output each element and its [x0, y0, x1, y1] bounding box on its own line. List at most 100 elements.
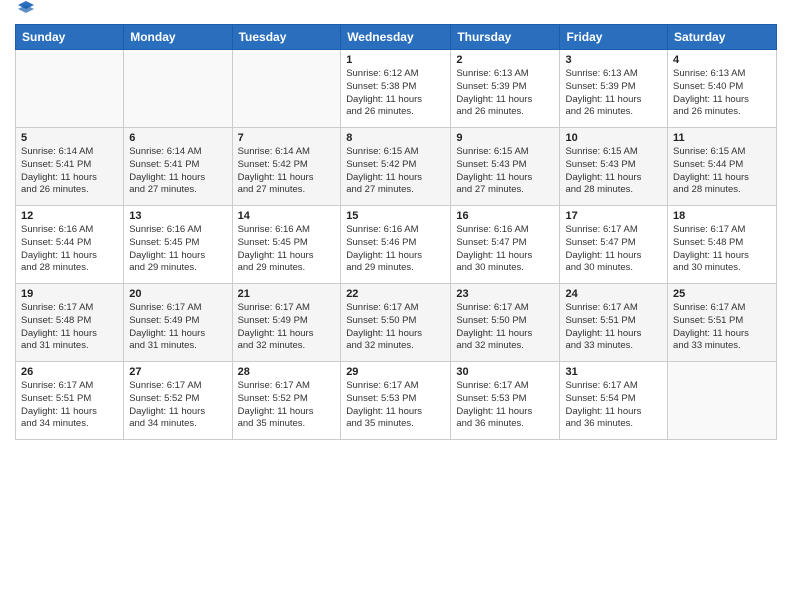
calendar-cell: 23 Sunrise: 6:17 AM Sunset: 5:50 PM Dayli… [451, 284, 560, 362]
calendar-week-row: 26 Sunrise: 6:17 AM Sunset: 5:51 PM Dayli… [16, 362, 777, 440]
weekday-header-saturday: Saturday [668, 25, 777, 50]
day-number: 15 [346, 210, 445, 222]
day-number: 6 [129, 132, 226, 144]
day-info: Sunrise: 6:17 AM Sunset: 5:50 PM Dayligh… [346, 302, 445, 353]
day-number: 27 [129, 366, 226, 378]
day-info: Sunrise: 6:15 AM Sunset: 5:43 PM Dayligh… [565, 146, 662, 197]
weekday-header-thursday: Thursday [451, 25, 560, 50]
day-info: Sunrise: 6:17 AM Sunset: 5:48 PM Dayligh… [21, 302, 118, 353]
calendar-week-row: 12 Sunrise: 6:16 AM Sunset: 5:44 PM Dayli… [16, 206, 777, 284]
logo-text [15, 14, 35, 18]
calendar-cell: 8Sunrise: 6:15 AM Sunset: 5:42 PM Daylig… [341, 128, 451, 206]
day-info: Sunrise: 6:17 AM Sunset: 5:53 PM Dayligh… [346, 380, 445, 431]
day-info: Sunrise: 6:13 AM Sunset: 5:39 PM Dayligh… [565, 68, 662, 119]
calendar-cell: 27 Sunrise: 6:17 AM Sunset: 5:52 PM Dayli… [124, 362, 232, 440]
calendar-cell: 2 Sunrise: 6:13 AM Sunset: 5:39 PM Daylig… [451, 50, 560, 128]
calendar-cell [16, 50, 124, 128]
day-info: Sunrise: 6:12 AM Sunset: 5:38 PM Dayligh… [346, 68, 445, 119]
day-info: Sunrise: 6:16 AM Sunset: 5:47 PM Dayligh… [456, 224, 554, 275]
day-number: 29 [346, 366, 445, 378]
calendar-cell: 13 Sunrise: 6:16 AM Sunset: 5:45 PM Dayli… [124, 206, 232, 284]
day-info: Sunrise: 6:16 AM Sunset: 5:46 PM Dayligh… [346, 224, 445, 275]
calendar-cell: 22 Sunrise: 6:17 AM Sunset: 5:50 PM Dayli… [341, 284, 451, 362]
day-number: 25 [673, 288, 771, 300]
header [15, 10, 777, 18]
day-info: Sunrise: 6:16 AM Sunset: 5:44 PM Dayligh… [21, 224, 118, 275]
calendar-cell: 25Sunrise: 6:17 AM Sunset: 5:51 PM Dayli… [668, 284, 777, 362]
calendar-week-row: 19 Sunrise: 6:17 AM Sunset: 5:48 PM Dayli… [16, 284, 777, 362]
day-number: 17 [565, 210, 662, 222]
logo [15, 14, 35, 18]
calendar-cell: 9 Sunrise: 6:15 AM Sunset: 5:43 PM Daylig… [451, 128, 560, 206]
day-number: 30 [456, 366, 554, 378]
calendar-cell: 18 Sunrise: 6:17 AM Sunset: 5:48 PM Dayli… [668, 206, 777, 284]
day-info: Sunrise: 6:17 AM Sunset: 5:52 PM Dayligh… [129, 380, 226, 431]
day-info: Sunrise: 6:17 AM Sunset: 5:47 PM Dayligh… [565, 224, 662, 275]
calendar-cell: 19 Sunrise: 6:17 AM Sunset: 5:48 PM Dayli… [16, 284, 124, 362]
day-info: Sunrise: 6:15 AM Sunset: 5:42 PM Dayligh… [346, 146, 445, 197]
day-number: 31 [565, 366, 662, 378]
weekday-header-sunday: Sunday [16, 25, 124, 50]
calendar-cell: 10 Sunrise: 6:15 AM Sunset: 5:43 PM Dayli… [560, 128, 668, 206]
calendar-cell: 4 Sunrise: 6:13 AM Sunset: 5:40 PM Daylig… [668, 50, 777, 128]
day-number: 10 [565, 132, 662, 144]
calendar-week-row: 5 Sunrise: 6:14 AM Sunset: 5:41 PM Daylig… [16, 128, 777, 206]
weekday-header-tuesday: Tuesday [232, 25, 341, 50]
day-info: Sunrise: 6:13 AM Sunset: 5:39 PM Dayligh… [456, 68, 554, 119]
day-number: 22 [346, 288, 445, 300]
calendar-cell: 26 Sunrise: 6:17 AM Sunset: 5:51 PM Dayli… [16, 362, 124, 440]
calendar-cell: 15 Sunrise: 6:16 AM Sunset: 5:46 PM Dayli… [341, 206, 451, 284]
calendar-cell: 30 Sunrise: 6:17 AM Sunset: 5:53 PM Dayli… [451, 362, 560, 440]
day-number: 4 [673, 54, 771, 66]
weekday-header-friday: Friday [560, 25, 668, 50]
calendar-cell: 3Sunrise: 6:13 AM Sunset: 5:39 PM Daylig… [560, 50, 668, 128]
day-number: 11 [673, 132, 771, 144]
calendar-cell: 28Sunrise: 6:17 AM Sunset: 5:52 PM Dayli… [232, 362, 341, 440]
day-info: Sunrise: 6:17 AM Sunset: 5:51 PM Dayligh… [21, 380, 118, 431]
day-number: 14 [238, 210, 336, 222]
logo-flag-icon [17, 0, 35, 18]
calendar-cell: 16 Sunrise: 6:16 AM Sunset: 5:47 PM Dayli… [451, 206, 560, 284]
calendar-week-row: 1Sunrise: 6:12 AM Sunset: 5:38 PM Daylig… [16, 50, 777, 128]
day-info: Sunrise: 6:17 AM Sunset: 5:49 PM Dayligh… [238, 302, 336, 353]
day-number: 23 [456, 288, 554, 300]
day-info: Sunrise: 6:16 AM Sunset: 5:45 PM Dayligh… [129, 224, 226, 275]
day-number: 19 [21, 288, 118, 300]
calendar-cell: 14Sunrise: 6:16 AM Sunset: 5:45 PM Dayli… [232, 206, 341, 284]
day-info: Sunrise: 6:15 AM Sunset: 5:44 PM Dayligh… [673, 146, 771, 197]
day-number: 16 [456, 210, 554, 222]
day-info: Sunrise: 6:17 AM Sunset: 5:54 PM Dayligh… [565, 380, 662, 431]
day-number: 18 [673, 210, 771, 222]
day-number: 26 [21, 366, 118, 378]
calendar-table: SundayMondayTuesdayWednesdayThursdayFrid… [15, 24, 777, 440]
day-number: 2 [456, 54, 554, 66]
calendar-cell: 12 Sunrise: 6:16 AM Sunset: 5:44 PM Dayli… [16, 206, 124, 284]
day-info: Sunrise: 6:15 AM Sunset: 5:43 PM Dayligh… [456, 146, 554, 197]
weekday-header-row: SundayMondayTuesdayWednesdayThursdayFrid… [16, 25, 777, 50]
day-number: 9 [456, 132, 554, 144]
calendar-cell: 5Sunrise: 6:14 AM Sunset: 5:41 PM Daylig… [16, 128, 124, 206]
calendar-cell: 21Sunrise: 6:17 AM Sunset: 5:49 PM Dayli… [232, 284, 341, 362]
page: SundayMondayTuesdayWednesdayThursdayFrid… [0, 0, 792, 612]
calendar-cell: 29 Sunrise: 6:17 AM Sunset: 5:53 PM Dayli… [341, 362, 451, 440]
calendar-cell [668, 362, 777, 440]
day-info: Sunrise: 6:17 AM Sunset: 5:48 PM Dayligh… [673, 224, 771, 275]
calendar-cell: 24Sunrise: 6:17 AM Sunset: 5:51 PM Dayli… [560, 284, 668, 362]
day-number: 12 [21, 210, 118, 222]
calendar-cell: 1Sunrise: 6:12 AM Sunset: 5:38 PM Daylig… [341, 50, 451, 128]
day-info: Sunrise: 6:14 AM Sunset: 5:42 PM Dayligh… [238, 146, 336, 197]
day-number: 5 [21, 132, 118, 144]
weekday-header-wednesday: Wednesday [341, 25, 451, 50]
day-number: 7 [238, 132, 336, 144]
day-info: Sunrise: 6:14 AM Sunset: 5:41 PM Dayligh… [129, 146, 226, 197]
calendar-cell [124, 50, 232, 128]
calendar-cell: 6 Sunrise: 6:14 AM Sunset: 5:41 PM Daylig… [124, 128, 232, 206]
day-number: 20 [129, 288, 226, 300]
day-info: Sunrise: 6:17 AM Sunset: 5:49 PM Dayligh… [129, 302, 226, 353]
day-info: Sunrise: 6:17 AM Sunset: 5:50 PM Dayligh… [456, 302, 554, 353]
day-info: Sunrise: 6:17 AM Sunset: 5:53 PM Dayligh… [456, 380, 554, 431]
day-number: 13 [129, 210, 226, 222]
calendar-cell: 7 Sunrise: 6:14 AM Sunset: 5:42 PM Daylig… [232, 128, 341, 206]
day-info: Sunrise: 6:17 AM Sunset: 5:52 PM Dayligh… [238, 380, 336, 431]
day-info: Sunrise: 6:13 AM Sunset: 5:40 PM Dayligh… [673, 68, 771, 119]
